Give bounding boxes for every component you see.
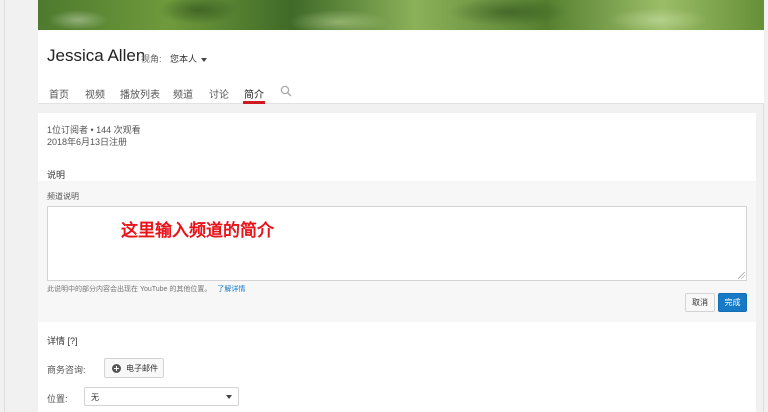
- search-icon[interactable]: [280, 85, 292, 97]
- channel-name: Jessica Allen: [47, 46, 146, 65]
- plus-circle-icon: [112, 364, 121, 373]
- about-section: 1位订阅者 • 144 次观看 2018年6月13日注册 说明 频道说明 此说明…: [38, 113, 756, 412]
- description-field-label: 频道说明: [47, 192, 79, 201]
- chevron-down-icon: [201, 57, 208, 62]
- business-inquiries-label: 商务咨询:: [47, 365, 86, 375]
- location-value: 无: [91, 393, 99, 402]
- cancel-button[interactable]: 取消: [685, 293, 715, 312]
- view-as-label: 视角:: [141, 54, 162, 64]
- chevron-down-icon: [226, 395, 232, 399]
- description-hint: 此说明中的部分内容会出现在 YouTube 的其他位置。 了解详情: [47, 284, 245, 294]
- location-select[interactable]: 无: [84, 387, 239, 406]
- resize-handle[interactable]: [738, 272, 745, 279]
- description-editor: 频道说明 此说明中的部分内容会出现在 YouTube 的其他位置。 了解详情 取消…: [38, 181, 756, 322]
- view-as-value: 您本人: [170, 54, 198, 64]
- tab-home[interactable]: 首页: [49, 86, 69, 101]
- view-as-dropdown[interactable]: 您本人: [170, 52, 208, 65]
- location-label: 位置:: [47, 394, 68, 404]
- page-background: Jessica Allen 视角: 您本人 首页 视频 播放列表 频道 讨论 简…: [0, 0, 768, 412]
- tab-playlists[interactable]: 播放列表: [120, 86, 160, 101]
- channel-banner: [38, 0, 764, 30]
- add-email-label: 电子邮件: [126, 364, 158, 373]
- tab-channels[interactable]: 频道: [173, 86, 193, 101]
- details-heading: 详情 [?]: [47, 336, 78, 346]
- description-heading: 说明: [47, 170, 66, 180]
- channel-header: Jessica Allen 视角: 您本人 首页 视频 播放列表 频道 讨论 简…: [38, 30, 764, 104]
- description-hint-text: 此说明中的部分内容会出现在 YouTube 的其他位置。: [47, 286, 212, 293]
- tab-about[interactable]: 简介: [243, 86, 265, 104]
- learn-more-link[interactable]: 了解详情: [217, 286, 245, 293]
- add-email-button[interactable]: 电子邮件: [104, 358, 164, 378]
- done-button[interactable]: 完成: [718, 293, 747, 312]
- tab-videos[interactable]: 视频: [85, 86, 105, 101]
- joined-date: 2018年6月13日注册: [47, 137, 128, 147]
- tab-discussion[interactable]: 讨论: [209, 86, 229, 101]
- annotation-callout: 这里输入频道的简介: [121, 221, 274, 240]
